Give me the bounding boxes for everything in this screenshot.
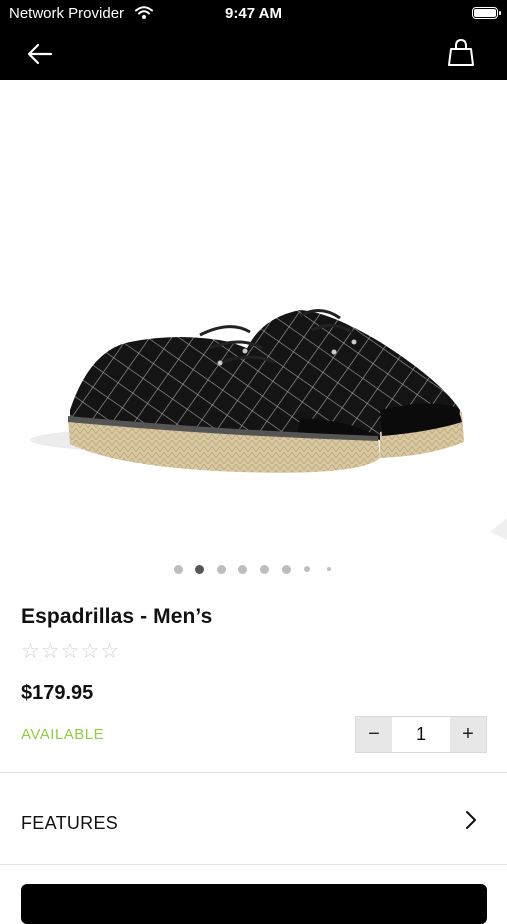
carousel-dot[interactable] — [282, 565, 291, 574]
product-image — [30, 309, 507, 540]
carousel-dot[interactable] — [217, 565, 226, 574]
increase-quantity-button[interactable]: + — [450, 717, 486, 752]
carousel-dot[interactable] — [327, 567, 331, 571]
carousel-dot[interactable] — [238, 565, 247, 574]
chevron-right-icon — [465, 810, 477, 835]
product-title: Espadrillas - Men’s — [21, 605, 213, 628]
arrow-left-icon — [27, 43, 53, 65]
battery-icon — [472, 7, 501, 19]
top-nav-bar — [0, 28, 507, 80]
carousel-dot[interactable] — [174, 565, 183, 574]
add-to-cart-button[interactable] — [21, 884, 487, 924]
product-image-carousel[interactable] — [0, 80, 507, 550]
features-label: FEATURES — [21, 813, 119, 833]
rating-stars[interactable]: ☆☆☆☆☆ — [21, 639, 120, 664]
decrease-quantity-button[interactable]: − — [356, 717, 392, 752]
carousel-pagination[interactable] — [0, 564, 507, 574]
back-button[interactable] — [24, 40, 56, 68]
clock: 9:47 AM — [225, 5, 282, 22]
carousel-dot[interactable] — [260, 565, 269, 574]
carousel-dot-active[interactable] — [195, 565, 204, 574]
quantity-value[interactable]: 1 — [392, 717, 450, 752]
cart-button[interactable] — [445, 37, 477, 69]
divider — [0, 864, 507, 865]
status-bar: Network Provider 9:47 AM — [0, 0, 507, 28]
availability-status: AVAILABLE — [21, 726, 105, 743]
features-row[interactable]: FEATURES — [0, 772, 507, 864]
carousel-dot[interactable] — [304, 566, 310, 572]
quantity-stepper: − 1 + — [355, 716, 487, 753]
product-price: $179.95 — [21, 682, 94, 704]
shopping-bag-icon — [448, 38, 474, 66]
